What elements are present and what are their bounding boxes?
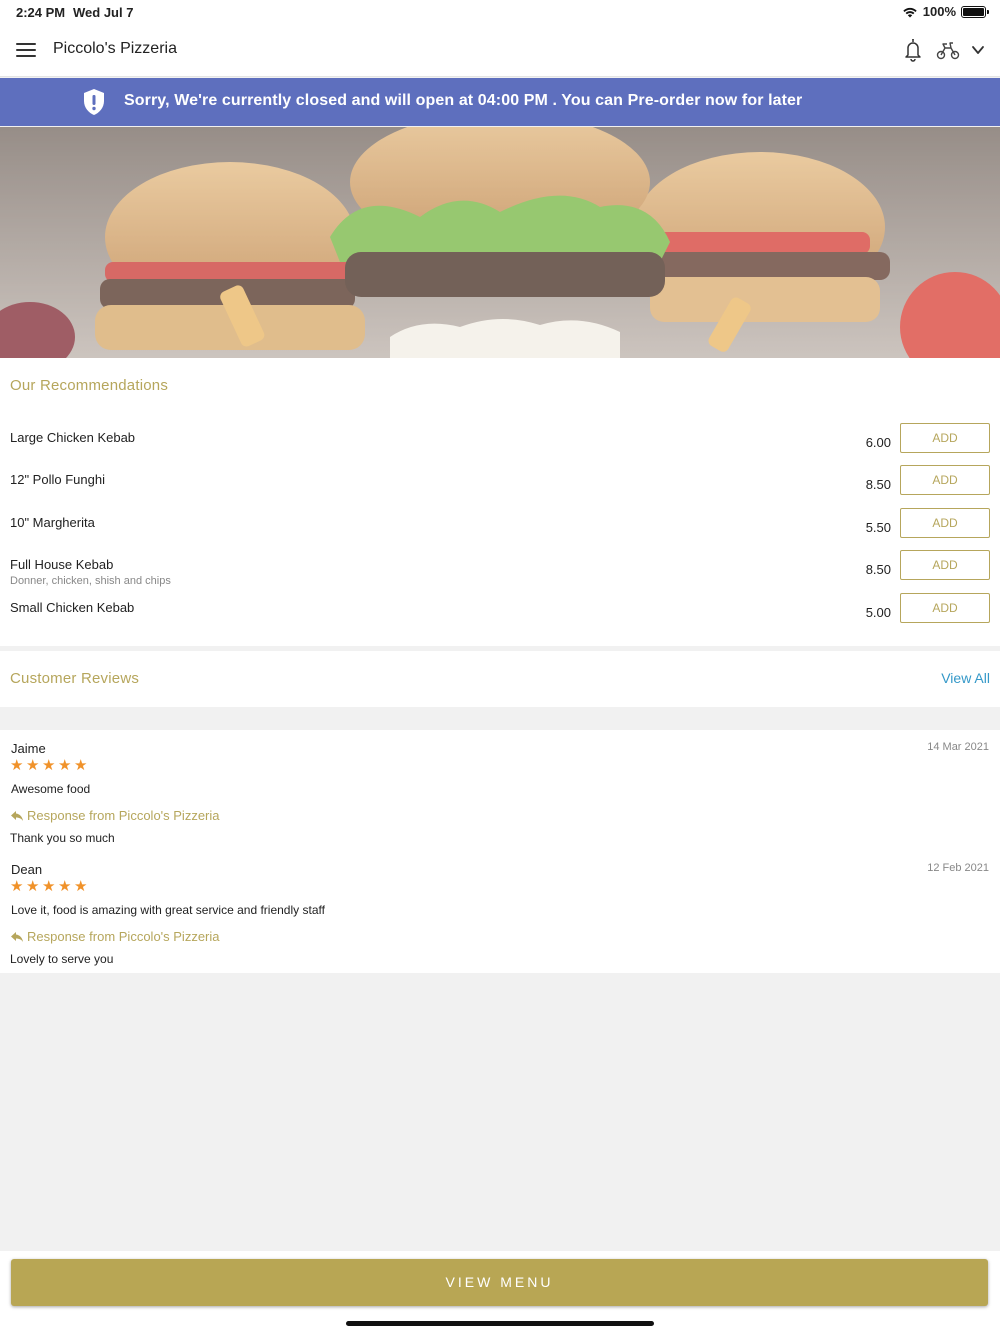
add-button[interactable]: ADD <box>900 465 990 495</box>
status-indicators: 100% <box>902 4 989 19</box>
bottom-bar: VIEW MENU <box>0 1251 1000 1334</box>
star-rating: ★ ★ ★ ★ ★ <box>10 757 88 774</box>
home-indicator <box>346 1321 654 1326</box>
owner-response-label: Response from Piccolo's Pizzeria <box>10 929 220 944</box>
star-icon: ★ <box>74 878 88 895</box>
hero-food-image <box>0 127 1000 358</box>
reviews-header: Customer Reviews View All <box>0 651 1000 707</box>
item-name: Full House Kebab <box>10 557 114 572</box>
star-icon: ★ <box>74 757 88 774</box>
star-icon: ★ <box>58 878 72 895</box>
item-description: Donner, chicken, shish and chips <box>10 575 171 587</box>
star-icon: ★ <box>10 878 24 895</box>
recommendation-item: 12" Pollo Funghi 8.50 ADD <box>0 465 1000 512</box>
delivery-scooter-icon[interactable] <box>936 40 960 60</box>
wifi-icon <box>903 7 917 17</box>
item-name: 12" Pollo Funghi <box>10 472 105 487</box>
star-icon: ★ <box>42 878 56 895</box>
status-date: Wed Jul 7 <box>73 5 134 20</box>
item-price: 5.00 <box>865 605 891 620</box>
add-button[interactable]: ADD <box>900 550 990 580</box>
review-date: 12 Feb 2021 <box>927 862 989 874</box>
battery-icon <box>961 5 989 18</box>
item-price: 8.50 <box>865 562 891 577</box>
recommendations-section: Our Recommendations Large Chicken Kebab … <box>0 358 1000 646</box>
recommendations-heading: Our Recommendations <box>10 377 169 394</box>
recommendation-item: Full House Kebab Donner, chicken, shish … <box>0 550 1000 597</box>
reviewer-name: Jaime <box>11 741 46 756</box>
item-name: Small Chicken Kebab <box>10 600 135 615</box>
add-button[interactable]: ADD <box>900 423 990 453</box>
view-all-link[interactable]: View All <box>941 670 990 686</box>
star-icon: ★ <box>26 878 40 895</box>
item-price: 5.50 <box>865 520 891 535</box>
bell-icon[interactable] <box>902 38 924 62</box>
response-label: Response from Piccolo's Pizzeria <box>27 808 220 823</box>
item-name: 10" Margherita <box>10 515 95 530</box>
closed-message: Sorry, We're currently closed and will o… <box>124 92 803 109</box>
review-item: Dean 12 Feb 2021 ★ ★ ★ ★ ★ Love it, food… <box>0 862 1000 982</box>
recommendation-item: 10" Margherita 5.50 ADD <box>0 508 1000 555</box>
status-bar: 2:24 PM Wed Jul 7 100% <box>0 0 1000 24</box>
add-button[interactable]: ADD <box>900 593 990 623</box>
reviewer-name: Dean <box>11 862 43 877</box>
reviews-list: Jaime 14 Mar 2021 ★ ★ ★ ★ ★ Awesome food… <box>0 730 1000 973</box>
star-icon: ★ <box>42 757 56 774</box>
review-item: Jaime 14 Mar 2021 ★ ★ ★ ★ ★ Awesome food… <box>0 741 1000 861</box>
view-menu-button[interactable]: VIEW MENU <box>11 1259 988 1306</box>
review-text: Love it, food is amazing with great serv… <box>11 903 325 917</box>
reviews-heading: Customer Reviews <box>10 670 140 687</box>
item-name: Large Chicken Kebab <box>10 430 136 445</box>
recommendation-item: Small Chicken Kebab 5.00 ADD <box>0 593 1000 640</box>
response-text: Thank you so much <box>10 831 115 845</box>
shield-alert-icon <box>84 89 104 115</box>
nav-bar: Piccolo's Pizzeria <box>0 24 1000 77</box>
owner-response-label: Response from Piccolo's Pizzeria <box>10 808 220 823</box>
review-date: 14 Mar 2021 <box>927 741 989 753</box>
response-label: Response from Piccolo's Pizzeria <box>27 929 220 944</box>
hamburger-menu-icon[interactable] <box>16 40 36 60</box>
star-rating: ★ ★ ★ ★ ★ <box>10 878 88 895</box>
reply-icon <box>11 931 23 942</box>
battery-percent: 100% <box>922 4 956 19</box>
item-price: 8.50 <box>865 477 891 492</box>
response-text: Lovely to serve you <box>10 952 114 966</box>
status-time: 2:24 PM <box>16 5 66 20</box>
item-price: 6.00 <box>865 435 891 450</box>
chevron-down-icon[interactable] <box>970 42 986 58</box>
restaurant-title: Piccolo's Pizzeria <box>53 40 177 57</box>
star-icon: ★ <box>26 757 40 774</box>
recommendation-item: Large Chicken Kebab 6.00 ADD <box>0 423 1000 470</box>
star-icon: ★ <box>58 757 72 774</box>
star-icon: ★ <box>10 757 24 774</box>
review-text: Awesome food <box>11 782 91 796</box>
add-button[interactable]: ADD <box>900 508 990 538</box>
reply-icon <box>11 810 23 821</box>
closed-banner: Sorry, We're currently closed and will o… <box>0 78 1000 126</box>
